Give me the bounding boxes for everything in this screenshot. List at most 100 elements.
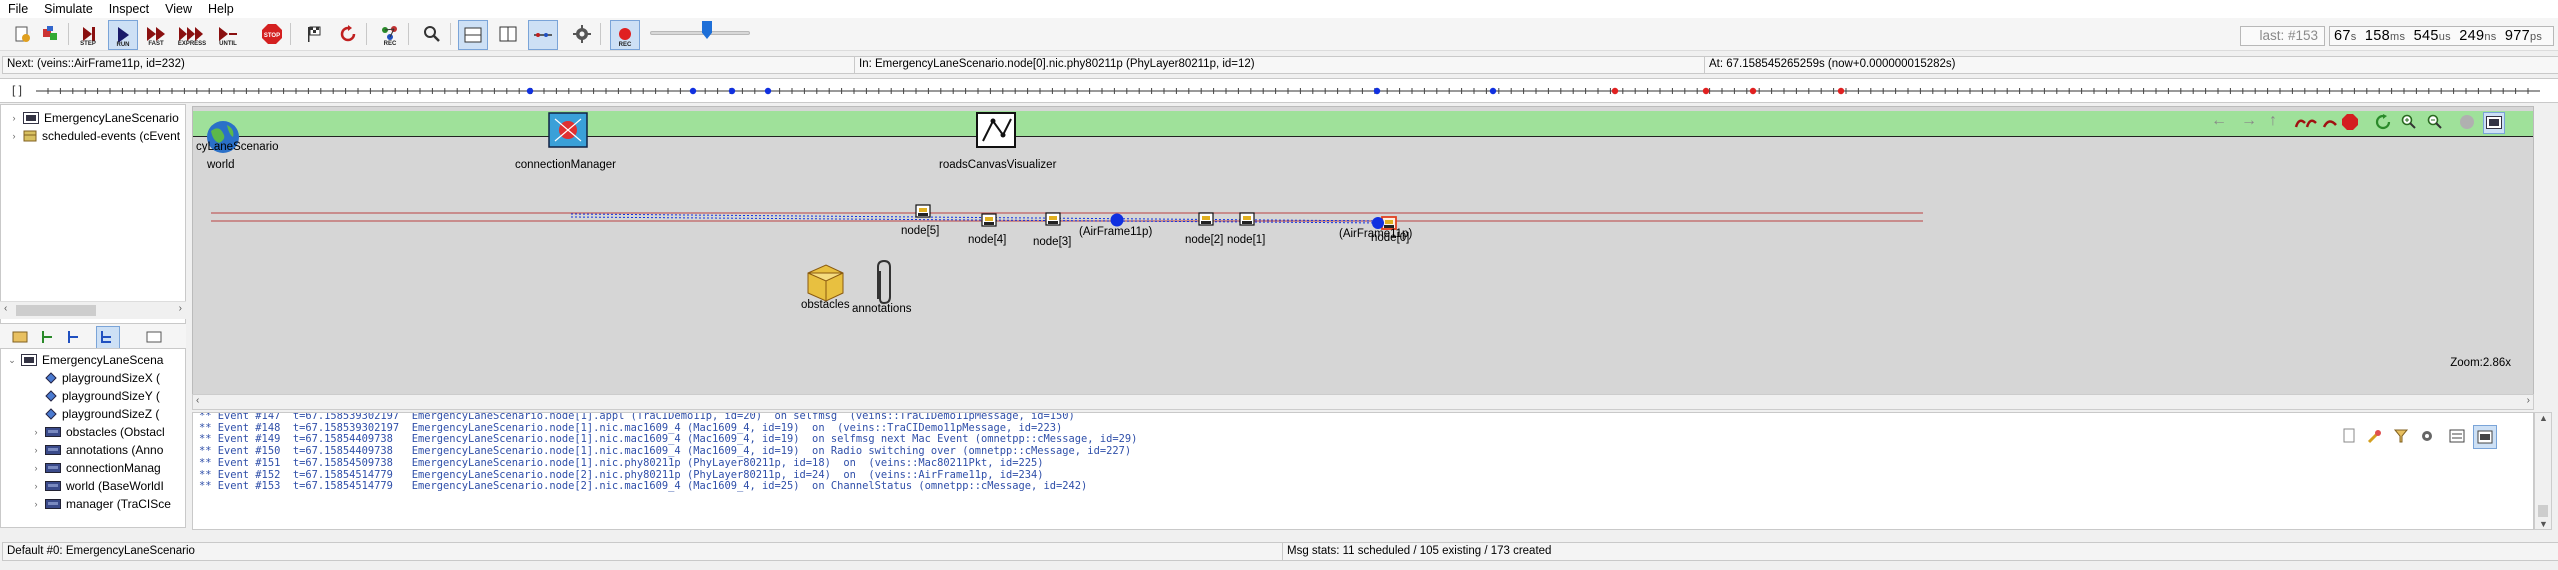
timeline-axis (36, 87, 2540, 95)
animation-toggle-icon[interactable] (2459, 114, 2475, 130)
canvas-hscrollbar[interactable]: ‹ › (192, 394, 2534, 410)
log-settings-icon[interactable] (2419, 428, 2435, 444)
settings-button[interactable] (568, 20, 596, 48)
log-line: ** Event #151 t=67.15854509738 Emergency… (199, 456, 1044, 469)
run-button[interactable]: RUN (108, 20, 138, 50)
back-icon[interactable]: ← (2211, 112, 2227, 130)
stop-module-icon[interactable] (2341, 113, 2359, 131)
copy-icon[interactable] (2341, 428, 2357, 444)
connection-manager-icon[interactable] (548, 112, 588, 148)
roads-visualizer-icon[interactable] (976, 112, 1016, 148)
inspector-tree-item[interactable]: ⌄ EmergencyLaneScena (7, 351, 163, 369)
inspector-tree-item[interactable]: › annotations (Anno (31, 441, 164, 459)
until-button[interactable]: UNTIL (214, 20, 242, 48)
find-button[interactable] (418, 20, 446, 48)
timeline-event-marker[interactable] (689, 87, 697, 95)
log-vscrollbar[interactable]: ▲ ▼ (2534, 412, 2552, 530)
module-view-icon (2486, 116, 2502, 129)
layout-horizontal-button[interactable] (458, 20, 488, 50)
fast-button[interactable]: FAST (142, 20, 170, 48)
new-run-icon (15, 26, 30, 42)
obstacles-icon[interactable] (807, 264, 844, 302)
vehicle-icon[interactable] (1045, 212, 1061, 226)
restart-button[interactable] (334, 20, 362, 48)
timeline-event-marker[interactable] (764, 87, 772, 95)
node-label[interactable]: node[5] (901, 225, 939, 237)
toolbar: STEP RUN FAST EXPRESS UNTIL STOP REC REC (0, 18, 2558, 51)
event-log[interactable]: ** Event #147 t=67.158539302197 Emergenc… (192, 412, 2534, 530)
relayout-icon[interactable] (2375, 114, 2391, 130)
timeline[interactable]: [ ] (0, 78, 2558, 103)
simulation-time-display: 67s 158ms 545us 249ns 977ps (2329, 26, 2554, 46)
group-icon[interactable] (40, 329, 56, 345)
timeline-event-marker[interactable] (1837, 87, 1845, 95)
node-label[interactable]: node[2] (1185, 234, 1223, 246)
vehicle-icon[interactable] (1239, 212, 1255, 226)
timeline-event-marker[interactable] (728, 87, 736, 95)
annotations-icon[interactable] (877, 259, 891, 305)
log-mode-button[interactable] (2473, 425, 2497, 449)
vehicle-icon[interactable] (981, 213, 997, 227)
find-icon[interactable] (2367, 428, 2383, 444)
stop-icon: STOP (262, 24, 282, 44)
parent-icon[interactable] (12, 329, 28, 345)
timeline-event-marker[interactable] (1702, 87, 1710, 95)
express-label: EXPRESS (177, 41, 207, 47)
menu-view[interactable]: View (157, 2, 200, 16)
zoom-out-icon[interactable] (2427, 114, 2443, 130)
inspector-tree-item[interactable]: › manager (TraCISce (31, 495, 171, 513)
stop-button[interactable]: STOP (258, 20, 286, 48)
zoom-in-icon[interactable] (2401, 114, 2417, 130)
network-canvas[interactable]: cyLaneScenario world connectionManager r… (192, 106, 2534, 396)
node-label[interactable]: node[1] (1227, 234, 1265, 246)
menu-file[interactable]: File (0, 2, 36, 16)
timeline-event-marker[interactable] (1749, 87, 1757, 95)
go-up-icon[interactable]: ↑ (2269, 112, 2277, 130)
submodule-icon (45, 481, 61, 491)
inspector-toolbar (0, 324, 186, 350)
menu-inspect[interactable]: Inspect (101, 2, 157, 16)
inspector-tree-item[interactable]: playgroundSizeX ( (31, 369, 160, 387)
timeline-event-marker[interactable] (1373, 87, 1381, 95)
airframe-message[interactable] (1110, 213, 1124, 227)
vehicle-icon[interactable] (1198, 212, 1214, 226)
parameter-icon (45, 372, 57, 384)
animation-speed-slider[interactable] (650, 31, 750, 35)
layout-horizontal-icon (464, 27, 482, 43)
forward-icon[interactable]: → (2241, 112, 2257, 130)
menu-help[interactable]: Help (200, 2, 242, 16)
record-event-log-button[interactable]: REC (376, 20, 404, 48)
inspector-tree-item[interactable]: › world (BaseWorldI (31, 477, 164, 495)
object-tree-item[interactable]: › scheduled-events (cEvent (9, 127, 181, 145)
flat-view-icon[interactable] (146, 329, 162, 345)
layout-vertical-button[interactable] (494, 20, 522, 48)
step-over-icon[interactable] (2321, 115, 2339, 129)
inspector-tree-item[interactable]: › connectionManag (31, 459, 161, 477)
node-label[interactable]: node[4] (968, 234, 1006, 246)
step-button[interactable]: STEP (74, 20, 102, 48)
rebuild-network-button[interactable] (36, 20, 64, 48)
mode-toggle-button[interactable] (2483, 112, 2505, 134)
messages-mode-icon[interactable] (2449, 428, 2465, 444)
express-button[interactable]: EXPRESS (176, 20, 208, 48)
step-into-icon[interactable] (2293, 115, 2319, 129)
vehicle-icon[interactable] (915, 204, 931, 218)
record-video-button[interactable]: REC (610, 20, 640, 50)
inheritance-icon[interactable] (66, 329, 82, 345)
object-tree-hscrollbar[interactable]: ‹ › (0, 301, 186, 319)
timeline-event-marker[interactable] (1489, 87, 1497, 95)
inspector-tree-item[interactable]: › obstacles (Obstacl (31, 423, 165, 441)
filter-icon[interactable] (2393, 428, 2409, 444)
object-tree-item[interactable]: › EmergencyLaneScenario (9, 109, 179, 127)
timeline-event-marker[interactable] (1611, 87, 1619, 95)
menu-simulate[interactable]: Simulate (36, 2, 101, 16)
timeline-toggle-button[interactable] (528, 20, 558, 50)
timeline-event-marker[interactable] (526, 87, 534, 95)
new-run-button[interactable] (8, 20, 36, 48)
children-view-button[interactable] (96, 326, 120, 350)
inspector-tree-item[interactable]: playgroundSizeY ( (31, 387, 160, 405)
node-label[interactable]: node[3] (1033, 236, 1071, 248)
network-graphics (207, 112, 1923, 305)
conclude-button[interactable] (300, 20, 328, 48)
inspector-tree-item[interactable]: playgroundSizeZ ( (31, 405, 159, 423)
